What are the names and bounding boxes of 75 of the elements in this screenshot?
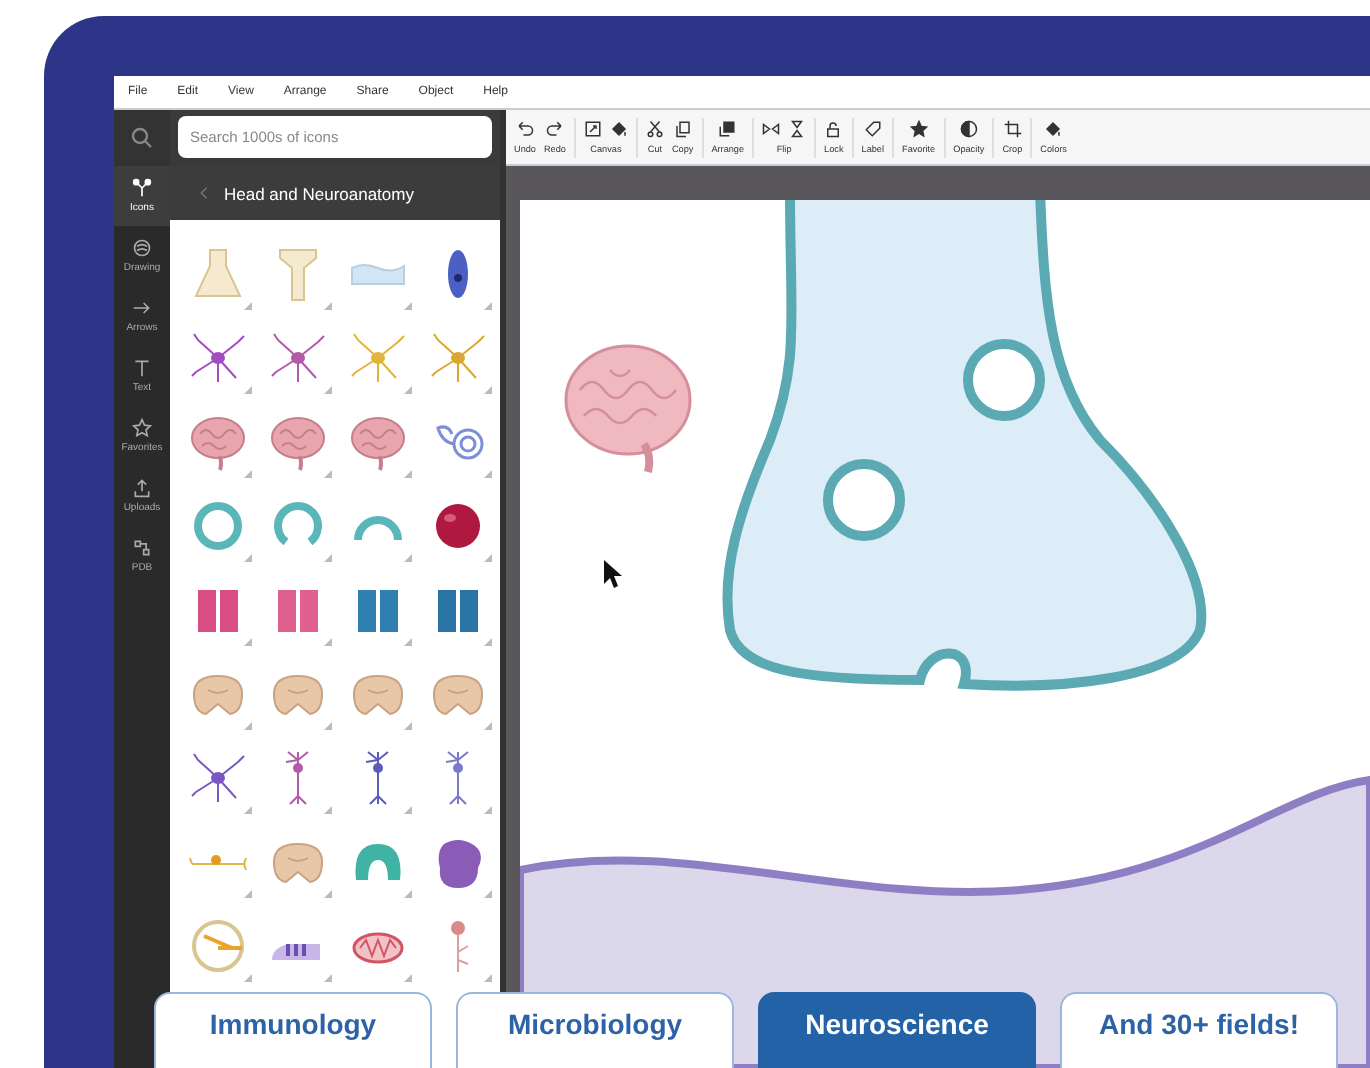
brain-drawing bbox=[564, 344, 692, 473]
resize-corner-icon bbox=[244, 974, 252, 982]
bucket-icon bbox=[609, 120, 628, 138]
resize-corner-icon bbox=[324, 722, 332, 730]
brain-icon[interactable] bbox=[268, 412, 328, 472]
resize-corner-icon bbox=[244, 638, 252, 646]
field-tab[interactable]: Neuroscience bbox=[758, 992, 1036, 1068]
resize-corner-icon bbox=[484, 974, 492, 982]
resize-corner-icon bbox=[404, 470, 412, 478]
resize-corner-icon bbox=[484, 890, 492, 898]
resize-corner-icon bbox=[484, 806, 492, 814]
resize-corner-icon bbox=[404, 554, 412, 562]
resize-corner-icon bbox=[244, 470, 252, 478]
arrange-icon bbox=[718, 120, 737, 138]
fliph-icon bbox=[762, 120, 781, 138]
resize-corner-icon bbox=[324, 806, 332, 814]
resize-corner-icon bbox=[324, 554, 332, 562]
crop-icon bbox=[1003, 120, 1022, 138]
resize-corner-icon bbox=[404, 638, 412, 646]
text-rail-icon bbox=[132, 358, 152, 378]
resize-corner-icon bbox=[324, 638, 332, 646]
tag-icon bbox=[863, 120, 882, 138]
eye-icon[interactable] bbox=[188, 916, 248, 976]
resize-corner-icon bbox=[404, 806, 412, 814]
panel-title: Head and Neuroanatomy bbox=[224, 183, 414, 203]
arrows-rail-icon bbox=[132, 298, 152, 318]
resize-corner-icon bbox=[484, 470, 492, 478]
neuron-icon[interactable] bbox=[268, 328, 328, 388]
field-tab[interactable]: Immunology bbox=[154, 992, 432, 1068]
resize-corner-icon bbox=[324, 890, 332, 898]
resize-corner-icon bbox=[404, 722, 412, 730]
flipv-icon bbox=[788, 120, 807, 138]
resize-corner-icon bbox=[484, 722, 492, 730]
resize-corner-icon bbox=[484, 386, 492, 394]
favorites-rail-icon bbox=[132, 418, 152, 438]
resize-corner-icon bbox=[324, 974, 332, 982]
resize-corner-icon bbox=[244, 806, 252, 814]
resize-corner-icon bbox=[244, 890, 252, 898]
resize-corner-icon bbox=[244, 386, 252, 394]
ring-icon[interactable] bbox=[188, 496, 248, 556]
pdb-rail-icon bbox=[132, 538, 152, 558]
neuron-icon[interactable] bbox=[188, 328, 248, 388]
resize-corner-icon bbox=[244, 554, 252, 562]
contrast-icon bbox=[959, 120, 978, 138]
redo-icon bbox=[545, 120, 564, 138]
copy-icon bbox=[673, 120, 692, 138]
resize-icon bbox=[583, 120, 602, 138]
resize-corner-icon bbox=[324, 470, 332, 478]
brain-icon[interactable] bbox=[348, 412, 408, 472]
resize-corner-icon bbox=[484, 638, 492, 646]
back-icon[interactable] bbox=[200, 186, 208, 200]
resize-corner-icon bbox=[404, 386, 412, 394]
undo-icon bbox=[515, 120, 534, 138]
resize-corner-icon bbox=[404, 890, 412, 898]
resize-corner-icon bbox=[324, 302, 332, 310]
neuron-icon[interactable] bbox=[188, 748, 248, 808]
lock-icon bbox=[824, 120, 843, 138]
bucket-icon bbox=[1044, 120, 1063, 138]
cursor-icon bbox=[604, 560, 622, 588]
icons-rail-icon bbox=[132, 178, 152, 198]
resize-corner-icon bbox=[484, 302, 492, 310]
resize-corner-icon bbox=[404, 974, 412, 982]
brain-icon[interactable] bbox=[188, 412, 248, 472]
star-icon bbox=[909, 120, 928, 138]
cut-icon bbox=[645, 120, 664, 138]
resize-corner-icon bbox=[404, 302, 412, 310]
drawing-rail-icon bbox=[132, 238, 152, 258]
resize-corner-icon bbox=[244, 302, 252, 310]
resize-corner-icon bbox=[324, 386, 332, 394]
uploads-rail-icon bbox=[132, 478, 152, 498]
field-tab[interactable]: And 30+ fields! bbox=[1060, 992, 1338, 1068]
resize-corner-icon bbox=[484, 554, 492, 562]
resize-corner-icon bbox=[244, 722, 252, 730]
search-icon[interactable] bbox=[130, 126, 154, 150]
field-tab[interactable]: Microbiology bbox=[456, 992, 734, 1068]
